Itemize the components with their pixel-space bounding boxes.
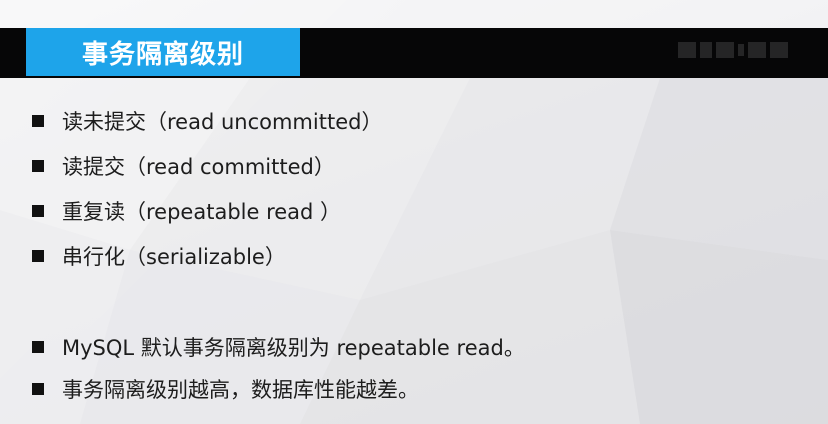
square-bullet-icon [32, 250, 44, 262]
content-list: 读未提交（read uncommitted） 读提交（read committe… [32, 0, 792, 424]
square-bullet-icon [32, 341, 44, 353]
slide: 事务隔离级别 读未提交（read uncommitted） 读提交（read c… [0, 0, 828, 424]
list-item-text: 读未提交（read uncommitted） [62, 110, 383, 134]
list-item-text: 事务隔离级别越高，数据库性能越差。 [62, 378, 419, 402]
list-item-default-level-note: MySQL 默认事务隔离级别为 repeatable read。 [32, 332, 525, 362]
list-item-text: 重复读（repeatable read ） [62, 200, 342, 224]
list-item-repeatable-read: 重复读（repeatable read ） [32, 196, 341, 226]
square-bullet-icon [32, 383, 44, 395]
list-item-serializable: 串行化（serializable） [32, 241, 286, 271]
list-item-text: 串行化（serializable） [62, 245, 286, 269]
list-item-text: MySQL 默认事务隔离级别为 repeatable read。 [62, 336, 525, 360]
list-item-performance-note: 事务隔离级别越高，数据库性能越差。 [32, 374, 419, 404]
square-bullet-icon [32, 205, 44, 217]
square-bullet-icon [32, 115, 44, 127]
list-item-read-uncommitted: 读未提交（read uncommitted） [32, 106, 382, 136]
list-item-read-committed: 读提交（read committed） [32, 151, 335, 181]
square-bullet-icon [32, 160, 44, 172]
list-item-text: 读提交（read committed） [62, 155, 335, 179]
